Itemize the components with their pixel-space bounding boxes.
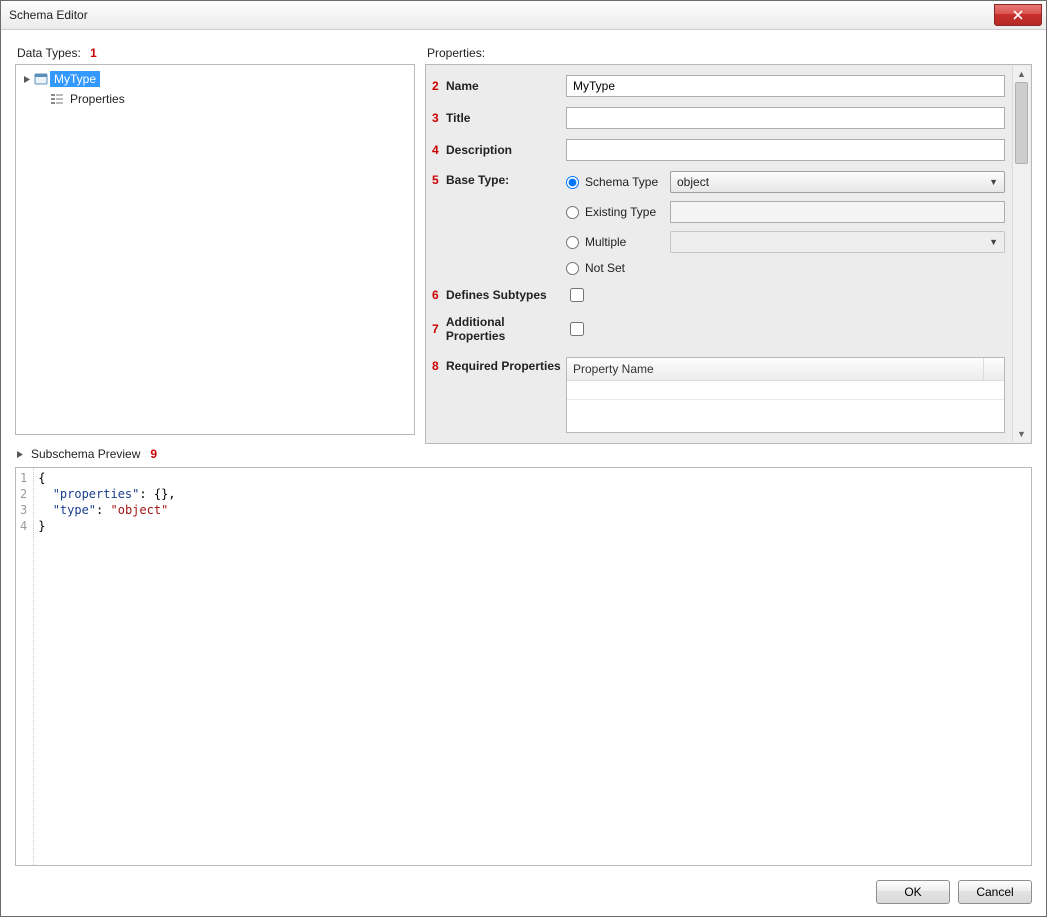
radio-multiple[interactable]: Multiple (566, 235, 662, 249)
top-split: Data Types: 1 MyType (15, 40, 1032, 435)
subschema-preview-code[interactable]: 1234 { "properties": {}, "type": "object… (15, 467, 1032, 866)
tree-item-label: Properties (66, 91, 129, 107)
annotation-1: 1 (90, 46, 97, 60)
type-icon (34, 72, 48, 86)
annotation-4: 4 (432, 143, 442, 157)
radio-not-set-row: Not Set (566, 261, 1005, 275)
row-name: 2Name (432, 75, 1005, 97)
row-additional-properties: 7Additional Properties (432, 315, 1005, 343)
tree-item-label: MyType (50, 71, 100, 87)
cancel-button[interactable]: Cancel (958, 880, 1032, 904)
grid-column-header[interactable]: Property Name (567, 358, 1004, 381)
properties-column: Properties: 2Name 3Title 4Description (425, 40, 1032, 435)
radio-existing-type-row: Existing Type (566, 201, 1005, 223)
chevron-down-icon: ▼ (989, 177, 998, 187)
radio-schema-type-row: Schema Type object▼ (566, 171, 1005, 193)
annotation-9: 9 (150, 447, 157, 461)
tree-item-mytype[interactable]: MyType (18, 69, 412, 89)
annotation-5: 5 (432, 173, 442, 187)
existing-type-input (670, 201, 1005, 223)
code-body: { "properties": {}, "type": "object"} (34, 468, 179, 865)
expander-icon[interactable] (22, 74, 32, 84)
close-button[interactable] (994, 4, 1042, 26)
radio-multiple-row: Multiple ▼ (566, 231, 1005, 253)
row-description: 4Description (432, 139, 1005, 161)
defines-subtypes-checkbox[interactable] (570, 288, 584, 302)
close-icon (1013, 10, 1023, 20)
expander-icon[interactable] (15, 449, 25, 459)
description-input[interactable] (566, 139, 1005, 161)
schema-type-combo[interactable]: object▼ (670, 171, 1005, 193)
row-required-properties: 8Required Properties Property Name (432, 357, 1005, 433)
properties-panel: 2Name 3Title 4Description 5Base Type: (425, 64, 1032, 444)
grid-empty-row[interactable] (567, 381, 1004, 400)
multiple-combo: ▼ (670, 231, 1005, 253)
row-title: 3Title (432, 107, 1005, 129)
annotation-2: 2 (432, 79, 442, 93)
scroll-thumb[interactable] (1015, 82, 1028, 164)
subschema-preview-header[interactable]: Subschema Preview 9 (15, 447, 1032, 461)
scroll-up-icon[interactable]: ▲ (1013, 66, 1030, 82)
name-input[interactable] (566, 75, 1005, 97)
data-types-heading: Data Types: 1 (17, 46, 415, 60)
radio-existing-type[interactable]: Existing Type (566, 205, 662, 219)
data-types-tree[interactable]: MyType Properties (15, 64, 415, 435)
code-gutter: 1234 (16, 468, 34, 865)
title-bar: Schema Editor (1, 1, 1046, 30)
row-defines-subtypes: 6Defines Subtypes (432, 285, 1005, 305)
schema-editor-dialog: Schema Editor Data Types: 1 (0, 0, 1047, 917)
annotation-6: 6 (432, 288, 442, 302)
title-input[interactable] (566, 107, 1005, 129)
radio-schema-type[interactable]: Schema Type (566, 175, 662, 189)
required-properties-grid[interactable]: Property Name (566, 357, 1005, 433)
additional-properties-checkbox[interactable] (570, 322, 584, 336)
properties-icon (50, 92, 64, 106)
properties-heading: Properties: (427, 46, 1032, 60)
row-base-type: 5Base Type: Schema Type object▼ Existing… (432, 171, 1005, 275)
annotation-7: 7 (432, 322, 442, 336)
annotation-8: 8 (432, 359, 442, 373)
scroll-down-icon[interactable]: ▼ (1013, 426, 1030, 442)
ok-button[interactable]: OK (876, 880, 950, 904)
chevron-down-icon: ▼ (989, 237, 998, 247)
properties-scrollbar[interactable]: ▲ ▼ (1012, 66, 1030, 442)
dialog-body: Data Types: 1 MyType (1, 30, 1046, 872)
dialog-footer: OK Cancel (1, 872, 1046, 916)
tree-item-properties[interactable]: Properties (18, 89, 412, 109)
radio-not-set[interactable]: Not Set (566, 261, 662, 275)
data-types-column: Data Types: 1 MyType (15, 40, 415, 435)
window-title: Schema Editor (9, 8, 88, 22)
annotation-3: 3 (432, 111, 442, 125)
